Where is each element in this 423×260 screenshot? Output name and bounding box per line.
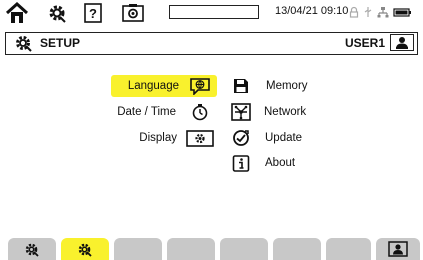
setup-gear-icon (14, 34, 34, 52)
menu-item-label: Language (127, 80, 179, 92)
menu-item-label: Update (265, 132, 303, 144)
clock-icon (189, 103, 211, 121)
menu-item-date-time[interactable]: Date / Time (105, 101, 217, 123)
help-icon[interactable]: ? (80, 2, 106, 24)
menu-item-about[interactable]: About (230, 152, 295, 174)
menu-item-label: About (265, 157, 296, 169)
tab-4[interactable] (167, 238, 215, 260)
title-bar: SETUP USER1 (5, 32, 418, 55)
status-bar: ? 13/04/21 09:10 (0, 0, 423, 26)
battery-icon (393, 8, 411, 17)
user-label: USER1 (344, 36, 385, 50)
screenshot-icon[interactable] (119, 2, 147, 24)
tab-2[interactable] (61, 238, 109, 260)
page-title: SETUP (40, 36, 81, 50)
menu-item-memory[interactable]: Memory (230, 75, 308, 97)
setup-gear-icon[interactable] (44, 2, 70, 24)
update-icon (230, 129, 252, 147)
user-icon (388, 241, 408, 257)
datetime: 13/04/21 09:10 (275, 5, 349, 17)
lock-icon (349, 6, 359, 18)
home-icon[interactable] (2, 2, 32, 24)
tab-6[interactable] (273, 238, 321, 260)
tab-3[interactable] (114, 238, 162, 260)
user-icon (396, 37, 408, 49)
svg-text:?: ? (89, 6, 97, 21)
menu-item-label: Date / Time (117, 106, 176, 118)
info-icon (230, 154, 252, 172)
network-icon (230, 103, 252, 121)
save-icon (230, 77, 252, 95)
bottom-tab-bar (0, 238, 423, 260)
menu-item-label: Display (139, 132, 177, 144)
tab-5[interactable] (220, 238, 268, 260)
tab-7[interactable] (326, 238, 371, 260)
display-icon (186, 129, 214, 147)
gear-icon (78, 243, 92, 257)
menu-item-language[interactable]: Language (111, 75, 217, 97)
menu-item-display[interactable]: Display (120, 127, 217, 149)
progress-bar (169, 5, 259, 19)
gear-icon (25, 243, 39, 257)
network-icon (377, 7, 389, 18)
language-icon (189, 77, 211, 95)
menu-item-network[interactable]: Network (230, 101, 306, 123)
menu-item-update[interactable]: Update (230, 127, 302, 149)
tab-1[interactable] (8, 238, 56, 260)
menu-item-label: Memory (266, 80, 308, 92)
user-button[interactable] (390, 34, 414, 51)
system-icons (349, 6, 413, 18)
menu-item-label: Network (264, 106, 307, 118)
tab-8[interactable] (376, 238, 420, 260)
usb-icon (364, 7, 372, 17)
